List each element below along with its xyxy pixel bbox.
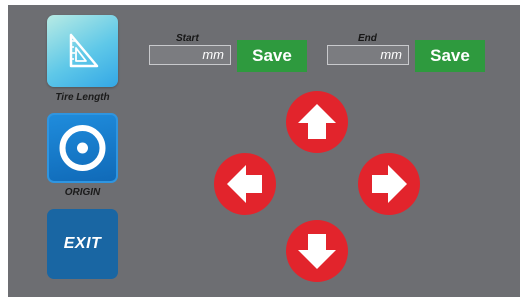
arrow-right-icon: [372, 165, 407, 203]
exit-button[interactable]: EXIT: [47, 209, 118, 279]
arrow-down-icon: [298, 234, 336, 269]
origin-label: ORIGIN: [64, 187, 101, 198]
save-end-button[interactable]: Save: [415, 40, 485, 72]
end-label: End: [358, 33, 377, 44]
start-unit: mm: [202, 47, 224, 62]
end-unit: mm: [380, 47, 402, 62]
start-label: Start: [176, 33, 199, 44]
target-icon: [59, 125, 106, 171]
tire-length-button[interactable]: [47, 15, 118, 87]
arrow-up-icon: [298, 104, 336, 139]
move-right-button[interactable]: [358, 153, 420, 215]
move-left-button[interactable]: [214, 153, 276, 215]
ruler-triangle-icon: [69, 33, 99, 68]
exit-label: EXIT: [63, 235, 102, 252]
origin-button[interactable]: [47, 113, 118, 183]
end-input[interactable]: mm: [327, 45, 409, 65]
arrow-left-icon: [227, 165, 262, 203]
move-down-button[interactable]: [286, 220, 348, 282]
save-start-button[interactable]: Save: [237, 40, 307, 72]
tire-length-label: Tire Length: [55, 92, 110, 103]
move-up-button[interactable]: [286, 91, 348, 153]
start-input[interactable]: mm: [149, 45, 231, 65]
